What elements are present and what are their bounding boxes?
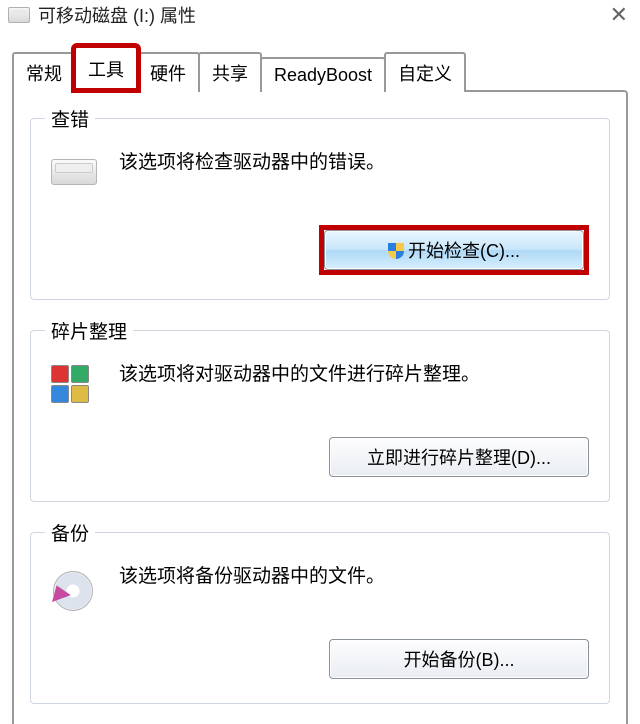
- tab-hardware[interactable]: 硬件: [136, 52, 200, 92]
- backup-icon: [47, 557, 103, 613]
- defrag-icon: [47, 355, 103, 411]
- group-defrag: 碎片整理 该选项将对驱动器中的文件进行碎片整理。 立即进行碎片整理(D)...: [30, 330, 610, 502]
- group-backup: 备份 该选项将备份驱动器中的文件。 开始备份(B)...: [30, 532, 610, 704]
- tab-sharing[interactable]: 共享: [198, 52, 262, 92]
- drive-icon: [8, 7, 30, 23]
- window-title: 可移动磁盘 (I:) 属性: [38, 2, 196, 28]
- tab-customize[interactable]: 自定义: [384, 52, 466, 92]
- start-backup-label: 开始备份(B)...: [404, 650, 515, 670]
- group-legend-backup: 备份: [45, 519, 95, 546]
- backup-desc: 该选项将备份驱动器中的文件。: [119, 563, 385, 592]
- tab-general[interactable]: 常规: [12, 52, 76, 92]
- defrag-now-label: 立即进行碎片整理(D)...: [367, 448, 551, 468]
- defrag-now-button[interactable]: 立即进行碎片整理(D)...: [329, 437, 589, 477]
- tab-strip: 常规 工具 硬件 共享 ReadyBoost 自定义: [0, 34, 640, 90]
- tab-page-tools: 查错 该选项将检查驱动器中的错误。 开始检查(C)... 碎片整理 该选项将对驱…: [12, 90, 628, 724]
- tab-tools[interactable]: 工具: [74, 46, 138, 90]
- group-error-checking: 查错 该选项将检查驱动器中的错误。 开始检查(C)...: [30, 118, 610, 300]
- group-legend-defrag: 碎片整理: [45, 317, 133, 344]
- start-check-label: 开始检查(C)...: [408, 241, 520, 261]
- close-icon[interactable]: ✕: [610, 2, 632, 28]
- check-button-highlight: 开始检查(C)...: [319, 225, 589, 275]
- uac-shield-icon: [388, 243, 404, 259]
- title-bar: 可移动磁盘 (I:) 属性 ✕: [0, 0, 640, 34]
- start-check-button[interactable]: 开始检查(C)...: [324, 230, 584, 270]
- tab-readyboost[interactable]: ReadyBoost: [260, 57, 386, 92]
- group-legend-check: 查错: [45, 105, 95, 132]
- start-backup-button[interactable]: 开始备份(B)...: [329, 639, 589, 679]
- check-desc: 该选项将检查驱动器中的错误。: [119, 149, 385, 178]
- drive-check-icon: [47, 143, 103, 199]
- defrag-desc: 该选项将对驱动器中的文件进行碎片整理。: [119, 361, 480, 390]
